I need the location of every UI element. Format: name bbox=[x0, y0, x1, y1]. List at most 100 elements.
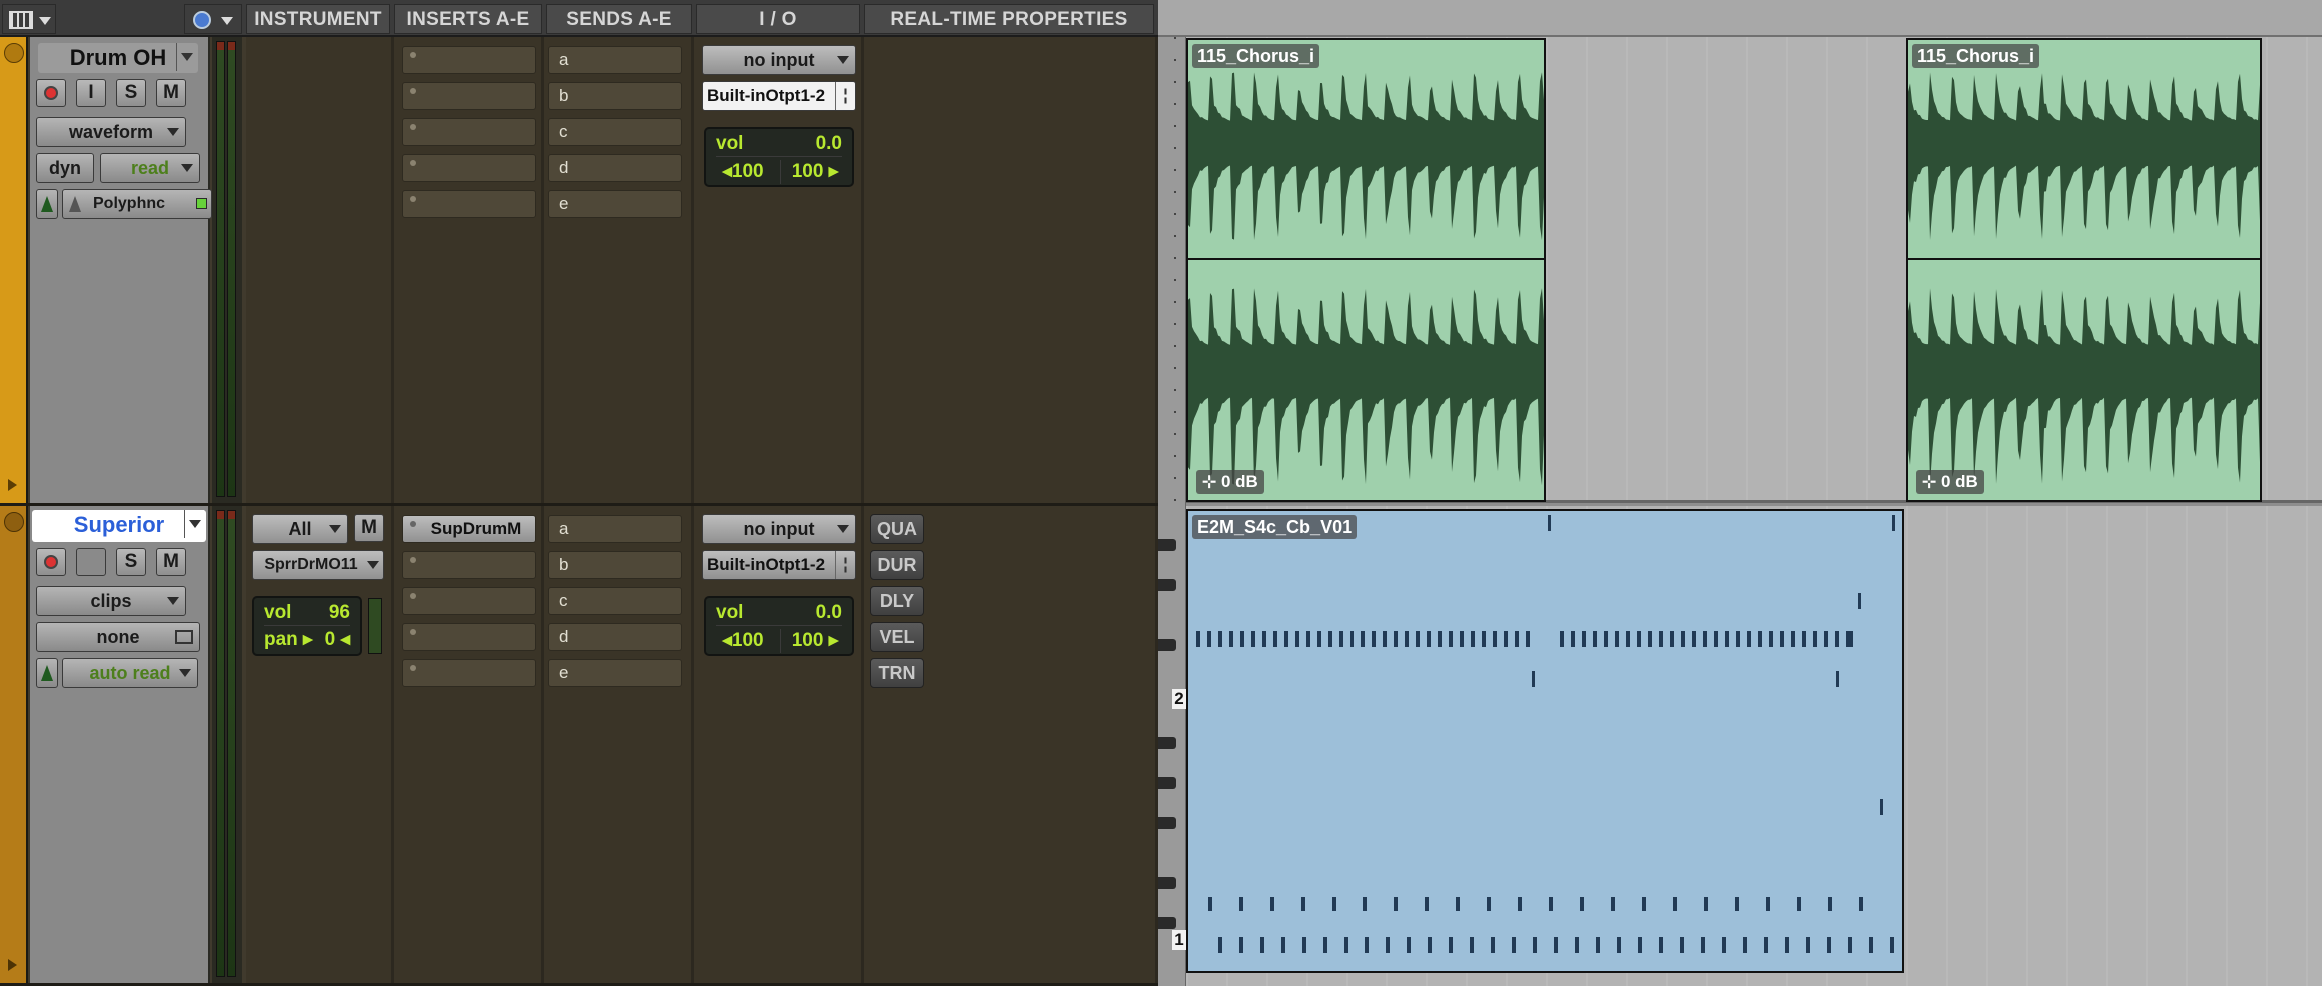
audio-clip[interactable]: 115_Chorus_i ⊹ 0 dB bbox=[1186, 38, 1546, 502]
midi-note[interactable] bbox=[1769, 631, 1773, 647]
midi-note[interactable] bbox=[1270, 897, 1274, 911]
midi-note[interactable] bbox=[1806, 937, 1810, 953]
midi-note[interactable] bbox=[1438, 631, 1442, 647]
midi-note[interactable] bbox=[1405, 631, 1409, 647]
midi-note[interactable] bbox=[1880, 799, 1883, 815]
midi-note[interactable] bbox=[1828, 897, 1832, 911]
send-slot-b[interactable]: b bbox=[548, 82, 682, 110]
midi-note[interactable] bbox=[1670, 631, 1674, 647]
midi-note[interactable] bbox=[1363, 897, 1367, 911]
chevron-down-icon[interactable] bbox=[176, 43, 196, 71]
insert-slot-c[interactable] bbox=[402, 587, 536, 615]
automation-mode-selector[interactable]: auto read bbox=[62, 658, 198, 688]
mute-button[interactable]: M bbox=[156, 79, 186, 107]
midi-note[interactable] bbox=[1617, 937, 1621, 953]
clip-name[interactable]: E2M_S4c_Cb_V01 bbox=[1192, 515, 1358, 539]
midi-note[interactable] bbox=[1251, 631, 1255, 647]
header-sends[interactable]: SENDS A-E bbox=[546, 4, 692, 34]
midi-note[interactable] bbox=[1827, 937, 1831, 953]
output-selector[interactable]: Built-inOtpt1-2 ¦ bbox=[702, 81, 856, 111]
midi-note[interactable] bbox=[1328, 631, 1332, 647]
midi-note[interactable] bbox=[1449, 937, 1453, 953]
dynamic-view-button[interactable]: dyn bbox=[36, 153, 94, 183]
midi-note[interactable] bbox=[1785, 937, 1789, 953]
midi-note[interactable] bbox=[1317, 631, 1321, 647]
send-slot-d[interactable]: d bbox=[548, 623, 682, 651]
midi-note[interactable] bbox=[1736, 631, 1740, 647]
quantize-button[interactable]: QUA bbox=[870, 514, 924, 544]
insert-slot-b[interactable] bbox=[402, 551, 536, 579]
midi-note[interactable] bbox=[1615, 631, 1619, 647]
track-collapse-icon[interactable] bbox=[4, 43, 24, 63]
midi-note[interactable] bbox=[1487, 897, 1491, 911]
ruler[interactable] bbox=[1158, 0, 2322, 37]
audio-clip[interactable]: 115_Chorus_i ⊹ 0 dB bbox=[1906, 38, 2262, 502]
midi-note[interactable] bbox=[1824, 631, 1828, 647]
midi-note[interactable] bbox=[1344, 937, 1348, 953]
header-io[interactable]: I / O bbox=[696, 4, 860, 34]
input-selector[interactable]: no input bbox=[702, 514, 856, 544]
pan-left[interactable]: ◂100 bbox=[712, 629, 774, 652]
midi-note[interactable] bbox=[1273, 631, 1277, 647]
midi-note[interactable] bbox=[1604, 631, 1608, 647]
midi-note[interactable] bbox=[1386, 937, 1390, 953]
midi-note[interactable] bbox=[1659, 937, 1663, 953]
midi-note[interactable] bbox=[1659, 631, 1663, 647]
midi-note[interactable] bbox=[1681, 631, 1685, 647]
height-expand-icon[interactable] bbox=[8, 479, 17, 491]
elastic-audio-selector[interactable]: Polyphnc bbox=[62, 189, 212, 219]
midi-note[interactable] bbox=[1302, 937, 1306, 953]
midi-note[interactable] bbox=[1692, 631, 1696, 647]
midi-note[interactable] bbox=[1306, 631, 1310, 647]
midi-note[interactable] bbox=[1596, 937, 1600, 953]
midi-note[interactable] bbox=[1575, 937, 1579, 953]
midi-note[interactable] bbox=[1593, 631, 1597, 647]
midi-note[interactable] bbox=[1218, 631, 1222, 647]
midi-note[interactable] bbox=[1580, 897, 1584, 911]
timeline-area[interactable]: 2 1 115_Chorus_i ⊹ 0 dB 115_Chorus_i ⊹ 0… bbox=[1158, 0, 2322, 986]
midi-note[interactable] bbox=[1425, 897, 1429, 911]
midi-note[interactable] bbox=[1560, 631, 1564, 647]
track-view-selector[interactable]: clips bbox=[36, 586, 186, 616]
record-enable-button[interactable] bbox=[36, 548, 66, 576]
elastic-audio-toggle[interactable] bbox=[36, 658, 58, 688]
midi-note[interactable] bbox=[1637, 631, 1641, 647]
dynamic-view-selector[interactable]: none bbox=[36, 622, 200, 652]
track-name[interactable]: Drum OH bbox=[38, 43, 198, 73]
midi-note[interactable] bbox=[1571, 631, 1575, 647]
velocity-button[interactable]: VEL bbox=[870, 622, 924, 652]
midi-note[interactable] bbox=[1722, 937, 1726, 953]
midi-note[interactable] bbox=[1491, 937, 1495, 953]
midi-note[interactable] bbox=[1764, 937, 1768, 953]
midi-note[interactable] bbox=[1471, 631, 1475, 647]
track-color-bar[interactable] bbox=[0, 37, 28, 503]
midi-note[interactable] bbox=[1703, 631, 1707, 647]
column-view-selector[interactable] bbox=[2, 4, 56, 34]
mute-button[interactable]: M bbox=[156, 548, 186, 576]
insert-slot-c[interactable] bbox=[402, 118, 536, 146]
midi-note[interactable] bbox=[1229, 631, 1233, 647]
volume-pan-display[interactable]: vol 0.0 ◂100 100 ▸ bbox=[704, 596, 854, 656]
header-instrument[interactable]: INSTRUMENT bbox=[246, 4, 390, 34]
pan-right[interactable]: 100 ▸ bbox=[784, 629, 846, 652]
midi-note[interactable] bbox=[1394, 631, 1398, 647]
midi-note[interactable] bbox=[1295, 631, 1299, 647]
transpose-button[interactable]: TRN bbox=[870, 658, 924, 688]
midi-note[interactable] bbox=[1673, 897, 1677, 911]
midi-note[interactable] bbox=[1365, 937, 1369, 953]
track-collapse-icon[interactable] bbox=[4, 512, 24, 532]
midi-note[interactable] bbox=[1284, 631, 1288, 647]
midi-note[interactable] bbox=[1554, 937, 1558, 953]
track-color-bar[interactable] bbox=[0, 506, 28, 983]
midi-note[interactable] bbox=[1449, 631, 1453, 647]
send-slot-b[interactable]: b bbox=[548, 551, 682, 579]
solo-button[interactable]: S bbox=[116, 548, 146, 576]
clip-gain[interactable]: ⊹ 0 dB bbox=[1916, 470, 1984, 494]
midi-note[interactable] bbox=[1859, 897, 1863, 911]
midi-note[interactable] bbox=[1835, 631, 1839, 647]
midi-note[interactable] bbox=[1240, 631, 1244, 647]
midi-note[interactable] bbox=[1797, 897, 1801, 911]
midi-note[interactable] bbox=[1548, 515, 1551, 531]
midi-note[interactable] bbox=[1869, 937, 1873, 953]
midi-note[interactable] bbox=[1890, 937, 1894, 953]
